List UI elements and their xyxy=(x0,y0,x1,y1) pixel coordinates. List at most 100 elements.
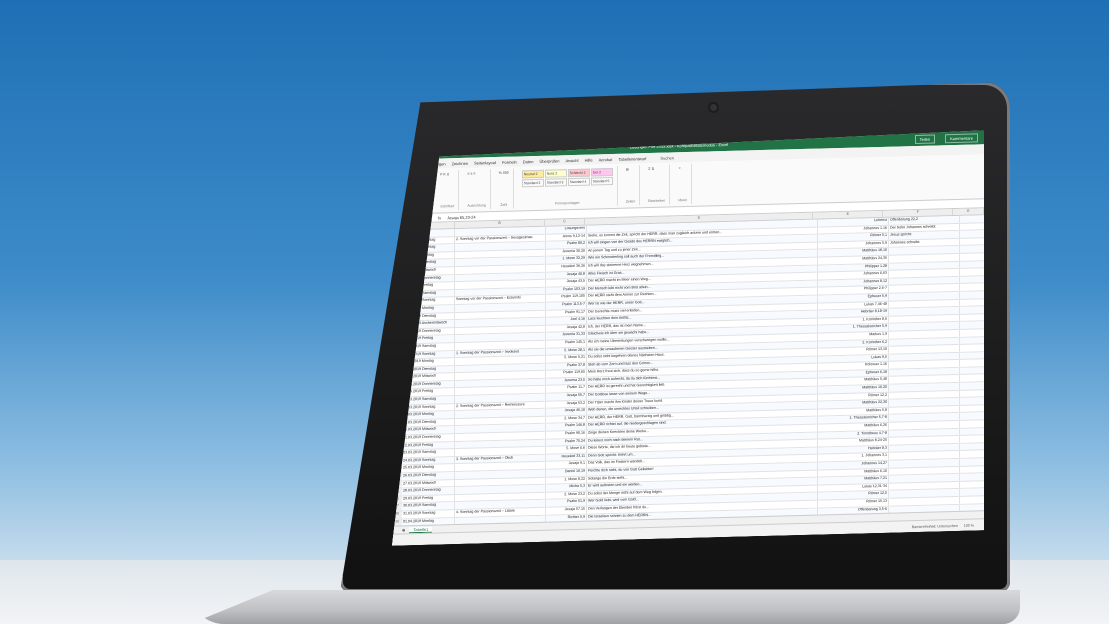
cell[interactable]: Joel 4,16 xyxy=(546,317,587,325)
tab-acrobat[interactable]: Acrobat xyxy=(599,156,613,161)
cell[interactable]: Jesaja 40,8 xyxy=(546,271,587,279)
cell[interactable]: 2. Mose 34,7 xyxy=(546,415,587,423)
style-standard-5[interactable]: Standard 5 xyxy=(591,177,613,186)
cell[interactable]: Psalm 11,7 xyxy=(546,385,587,393)
cell[interactable]: 28.03.2019 Donnerstag xyxy=(402,487,455,495)
cell[interactable]: 31.03.2019 Sonntag xyxy=(402,510,455,518)
cell[interactable] xyxy=(960,246,984,253)
cell[interactable] xyxy=(960,276,984,283)
cell[interactable]: 2. Mose 23,2 xyxy=(546,491,587,499)
tab-hilfe[interactable]: Hilfe xyxy=(585,157,593,162)
cell[interactable] xyxy=(960,261,984,268)
cell[interactable] xyxy=(960,496,984,503)
cell[interactable] xyxy=(960,299,984,306)
formula-input[interactable]: Jesaja 65,23-24 xyxy=(447,214,475,220)
cell[interactable] xyxy=(960,238,984,245)
cell[interactable] xyxy=(960,322,984,329)
align-icon[interactable]: ≡ ≡ ≡ xyxy=(467,171,485,175)
cell[interactable]: Jeremia 23,5 xyxy=(546,378,587,386)
cell[interactable]: Daniel 10,19 xyxy=(546,469,587,477)
cell[interactable]: 1. Mose 32,29 xyxy=(546,256,587,264)
cell[interactable] xyxy=(960,352,984,359)
column-header[interactable]: G xyxy=(953,208,984,215)
cell[interactable]: 5. Mose 6,6 xyxy=(546,446,587,454)
cell[interactable]: 26.03.2019 Dienstag xyxy=(402,472,455,480)
cell[interactable] xyxy=(960,473,984,480)
column-header[interactable]: C xyxy=(545,219,585,226)
cell[interactable]: Psalm 80,2 xyxy=(546,241,587,249)
cell[interactable]: 21.03.2019 Donnerstag xyxy=(402,434,455,442)
tab-seitenlayout[interactable]: Seitenlayout xyxy=(474,160,496,166)
cell[interactable]: Psalm 91,17 xyxy=(546,309,587,317)
cell[interactable]: Losungsvers xyxy=(546,226,587,234)
insert-cells-icon[interactable]: ⊞ xyxy=(626,167,636,171)
cell[interactable] xyxy=(960,344,984,351)
comments-button[interactable]: Kommentare xyxy=(945,133,978,143)
cell[interactable]: Psalm 37,8 xyxy=(546,362,587,370)
cell[interactable]: 1. Mose 8,22 xyxy=(546,476,587,484)
cell[interactable] xyxy=(960,382,984,389)
cell[interactable]: Psalm 75,24 xyxy=(546,438,587,446)
cell[interactable] xyxy=(960,253,984,260)
cell[interactable]: Psalm 119,65 xyxy=(546,370,587,378)
cell[interactable] xyxy=(960,367,984,374)
cell[interactable]: Hesekiel 36,26 xyxy=(546,264,587,272)
cell[interactable]: Jeremia 30,20 xyxy=(546,248,587,256)
cell[interactable] xyxy=(960,405,984,412)
cell[interactable] xyxy=(960,337,984,344)
spreadsheet-grid[interactable]: ABCDEFG 1LosungsversLehrtextOffenbarung … xyxy=(392,208,984,546)
cell[interactable]: 20.03.2019 Mittwoch xyxy=(402,427,455,435)
search-box[interactable]: Suchen xyxy=(660,155,674,160)
ideas-icon[interactable]: ✧ xyxy=(678,166,687,170)
cell[interactable] xyxy=(960,413,984,420)
cell[interactable] xyxy=(960,268,984,275)
cell[interactable]: Jesaja 53,2 xyxy=(546,400,587,408)
cell[interactable] xyxy=(960,435,984,442)
cell[interactable]: Psalm 146,8 xyxy=(546,423,587,431)
cell[interactable] xyxy=(960,390,984,397)
cell[interactable]: Jesaja 42,8 xyxy=(546,324,587,332)
cell[interactable]: Psalm 103,19 xyxy=(546,286,587,294)
cell[interactable]: Jesaja 43,5 xyxy=(546,279,587,287)
cell[interactable]: Psalm 51,9 xyxy=(546,499,587,507)
zoom-level[interactable]: 100 % xyxy=(964,523,974,527)
cell[interactable]: Psalm 145,1 xyxy=(546,340,587,348)
cell[interactable]: 5. Mose 5,21 xyxy=(546,355,587,363)
tab-formeln[interactable]: Formeln xyxy=(502,159,517,164)
cell[interactable]: Amos 9,13-14 xyxy=(546,233,587,241)
style-neutral[interactable]: Neutral 2 xyxy=(522,170,544,179)
cell[interactable] xyxy=(960,481,984,488)
cell[interactable]: 18.03.2019 Montag xyxy=(402,411,455,419)
number-format-icon[interactable]: % 000 xyxy=(499,171,509,175)
style-standard-2[interactable]: Standard 2 xyxy=(522,179,544,188)
tab-tabellenentwurf[interactable]: Tabellenentwurf xyxy=(618,156,646,162)
tab-daten[interactable]: Daten xyxy=(523,159,534,164)
style-standard-4[interactable]: Standard 4 xyxy=(568,178,590,187)
cell[interactable]: 29.03.2019 Freitag xyxy=(402,495,455,503)
cell[interactable]: Jesaja 46,10 xyxy=(546,408,587,416)
cell[interactable]: 30.03.2019 Samstag xyxy=(402,502,455,510)
cell[interactable] xyxy=(960,360,984,367)
cell[interactable] xyxy=(960,375,984,382)
cell[interactable]: Micha 5,3 xyxy=(546,484,587,492)
cell[interactable] xyxy=(960,397,984,404)
cell[interactable] xyxy=(960,466,984,473)
cell[interactable]: 5. Mose 28,1 xyxy=(546,347,587,355)
cell[interactable] xyxy=(960,428,984,435)
cell[interactable]: 23.03.2019 Samstag xyxy=(402,449,455,457)
style-good[interactable]: Gut 2 xyxy=(591,168,613,177)
cell[interactable] xyxy=(960,489,984,496)
add-sheet-icon[interactable]: ⊕ xyxy=(402,527,405,532)
cell[interactable]: 25.03.2019 Montag xyxy=(402,465,455,473)
tab-ansicht[interactable]: Ansicht xyxy=(565,157,578,162)
cell[interactable]: 17.03.2019 Sonntag xyxy=(402,404,455,412)
cell[interactable] xyxy=(960,215,984,222)
cell[interactable]: Jeremia 31,33 xyxy=(546,332,587,340)
cell[interactable] xyxy=(960,451,984,458)
cell[interactable] xyxy=(960,329,984,336)
cell[interactable] xyxy=(960,443,984,450)
cell[interactable] xyxy=(960,314,984,321)
style-note[interactable]: Notiz 2 xyxy=(545,169,567,178)
cell[interactable]: 19.03.2019 Dienstag xyxy=(402,419,455,427)
cell[interactable]: Jesaja 57,15 xyxy=(546,507,587,515)
